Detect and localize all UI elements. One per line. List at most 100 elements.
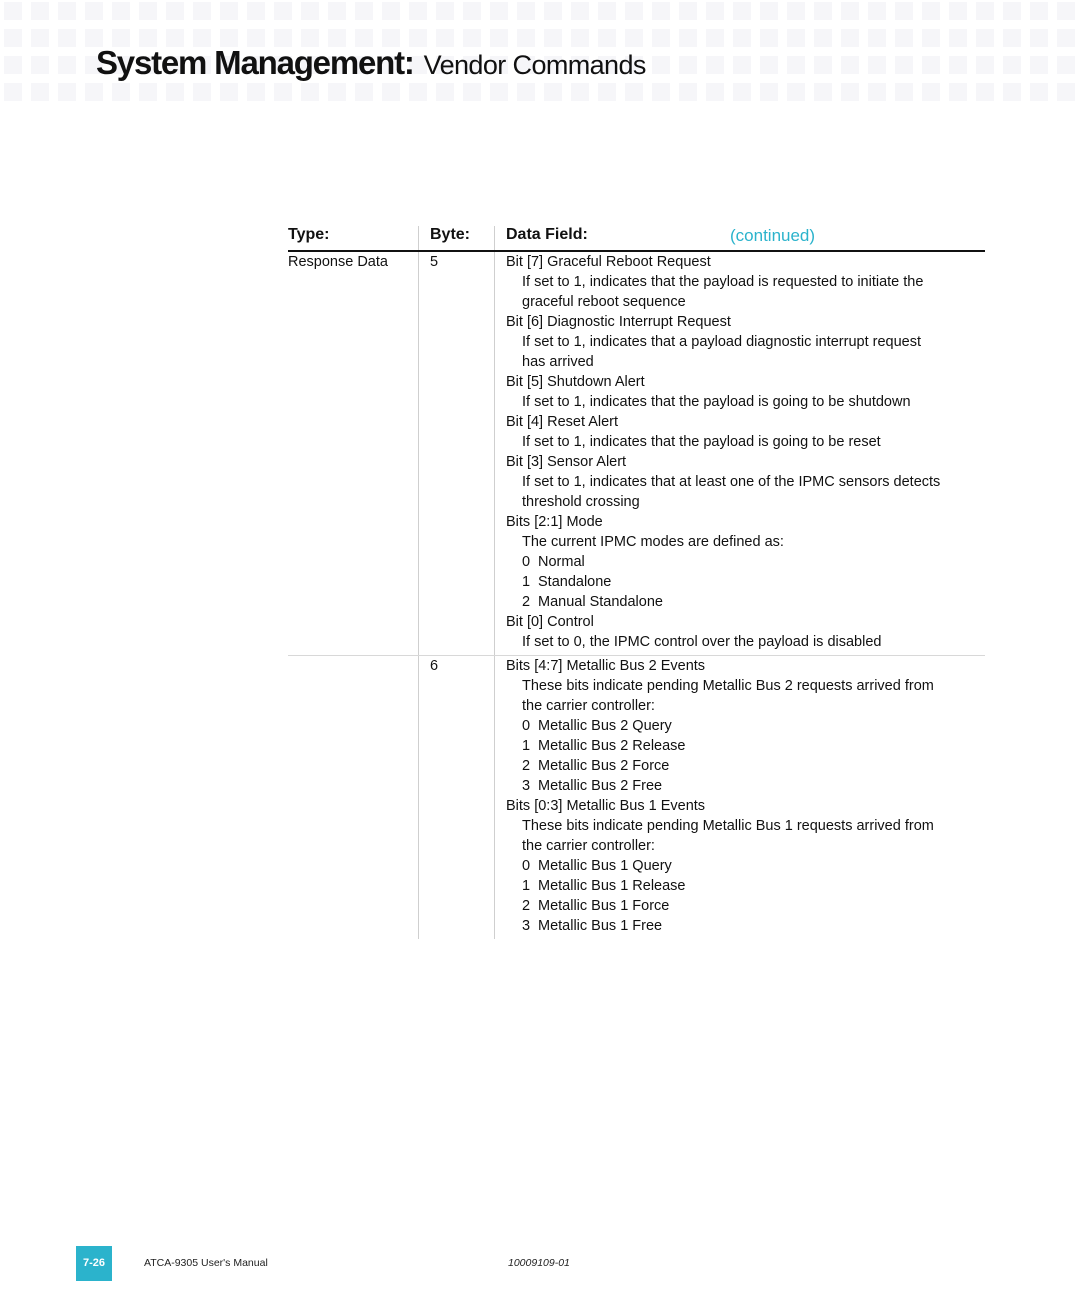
grid-square	[922, 56, 940, 74]
grid-square	[787, 83, 805, 101]
field-text: If set to 1, indicates that the payload …	[522, 274, 924, 290]
field-enum-item: 2 Manual Standalone	[506, 592, 940, 612]
enum-value: 1	[522, 574, 531, 590]
grid-square	[787, 29, 805, 47]
field-text: Bit [6] Diagnostic Interrupt Request	[506, 314, 731, 330]
grid-square	[787, 2, 805, 20]
continued-label: (continued)	[730, 226, 816, 245]
grid-square	[112, 2, 130, 20]
document-number: 10009109-01	[508, 1257, 570, 1269]
grid-square	[598, 83, 616, 101]
grid-square	[409, 83, 427, 101]
grid-square	[922, 2, 940, 20]
enum-value: 1	[522, 738, 531, 754]
grid-square	[193, 2, 211, 20]
grid-square	[841, 2, 859, 20]
grid-square	[544, 2, 562, 20]
grid-square	[895, 56, 913, 74]
grid-square	[1057, 83, 1075, 101]
grid-square	[1030, 2, 1048, 20]
grid-square	[1057, 56, 1075, 74]
grid-square	[976, 83, 994, 101]
grid-square	[760, 83, 778, 101]
field-text: Metallic Bus 2 Release	[538, 738, 686, 754]
field-enum-item: 0 Metallic Bus 2 Query	[506, 716, 934, 736]
grid-square	[706, 83, 724, 101]
field-description: graceful reboot sequence	[506, 292, 940, 312]
grid-square	[490, 2, 508, 20]
field-text: If set to 1, indicates that at least one…	[522, 474, 941, 490]
grid-square	[895, 29, 913, 47]
grid-square	[517, 2, 535, 20]
grid-square	[949, 83, 967, 101]
grid-square	[85, 83, 103, 101]
grid-square	[949, 29, 967, 47]
grid-square	[328, 2, 346, 20]
grid-square	[1057, 2, 1075, 20]
field-description: threshold crossing	[506, 492, 940, 512]
field-enum-item: 3 Metallic Bus 1 Free	[506, 916, 934, 936]
grid-square	[220, 2, 238, 20]
field-text: Bits [0:3] Metallic Bus 1 Events	[506, 798, 706, 814]
enum-value: 2	[522, 758, 531, 774]
field-text: Standalone	[538, 574, 612, 590]
field-text: Metallic Bus 1 Free	[538, 918, 663, 934]
page-title-main: System Management:	[96, 44, 415, 81]
grid-square	[625, 83, 643, 101]
field-text: If set to 1, indicates that the payload …	[522, 434, 881, 450]
field-enum-item: 3 Metallic Bus 2 Free	[506, 776, 934, 796]
column-header-type: Type:	[288, 226, 330, 243]
grid-square	[868, 83, 886, 101]
grid-square	[841, 29, 859, 47]
grid-square	[1003, 56, 1021, 74]
enum-value: 3	[522, 918, 531, 934]
grid-square	[814, 29, 832, 47]
field-text: If set to 1, indicates that the payload …	[522, 394, 911, 410]
field-text: Bits [4:7] Metallic Bus 2 Events	[506, 658, 706, 674]
field-text: Bit [3] Sensor Alert	[506, 454, 627, 470]
field-description: If set to 1, indicates that the payload …	[506, 392, 940, 412]
field-text: Metallic Bus 1 Force	[538, 898, 670, 914]
grid-square	[679, 56, 697, 74]
grid-square	[841, 83, 859, 101]
row-2-byte: 6	[430, 658, 439, 674]
enum-value: 2	[522, 594, 531, 610]
field-heading: Bits [4:7] Metallic Bus 2 Events	[506, 656, 934, 676]
grid-square	[1030, 29, 1048, 47]
field-text: Metallic Bus 2 Force	[538, 758, 670, 774]
grid-square	[652, 2, 670, 20]
grid-square	[301, 2, 319, 20]
field-text: Bit [7] Graceful Reboot Request	[506, 254, 711, 270]
field-description: If set to 1, indicates that a payload di…	[506, 332, 940, 352]
field-description: If set to 0, the IPMC control over the p…	[506, 632, 940, 652]
field-description: These bits indicate pending Metallic Bus…	[506, 676, 934, 696]
field-heading: Bit [5] Shutdown Alert	[506, 372, 940, 392]
grid-square	[112, 83, 130, 101]
field-heading: Bit [0] Control	[506, 612, 940, 632]
enum-value: 2	[522, 898, 531, 914]
grid-square	[976, 29, 994, 47]
field-description: If set to 1, indicates that the payload …	[506, 432, 940, 452]
grid-square	[58, 83, 76, 101]
field-text: Metallic Bus 2 Query	[538, 718, 672, 734]
field-description: If set to 1, indicates that at least one…	[506, 472, 940, 492]
grid-square	[58, 2, 76, 20]
grid-square	[1003, 83, 1021, 101]
grid-square	[652, 56, 670, 74]
grid-square	[1030, 83, 1048, 101]
field-text: Metallic Bus 1 Query	[538, 858, 672, 874]
grid-square	[544, 83, 562, 101]
grid-square	[868, 2, 886, 20]
field-description: These bits indicate pending Metallic Bus…	[506, 816, 934, 836]
field-heading: Bits [2:1] Mode	[506, 512, 940, 532]
grid-square	[31, 29, 49, 47]
field-text: the carrier controller:	[522, 698, 655, 714]
grid-square	[1003, 2, 1021, 20]
enum-value: 1	[522, 878, 531, 894]
grid-square	[139, 2, 157, 20]
field-text: the carrier controller:	[522, 838, 655, 854]
field-text: Bits [2:1] Mode	[506, 514, 603, 530]
page-title: System Management: Vendor Commands	[96, 44, 646, 82]
field-text: has arrived	[522, 354, 594, 370]
grid-square	[571, 83, 589, 101]
